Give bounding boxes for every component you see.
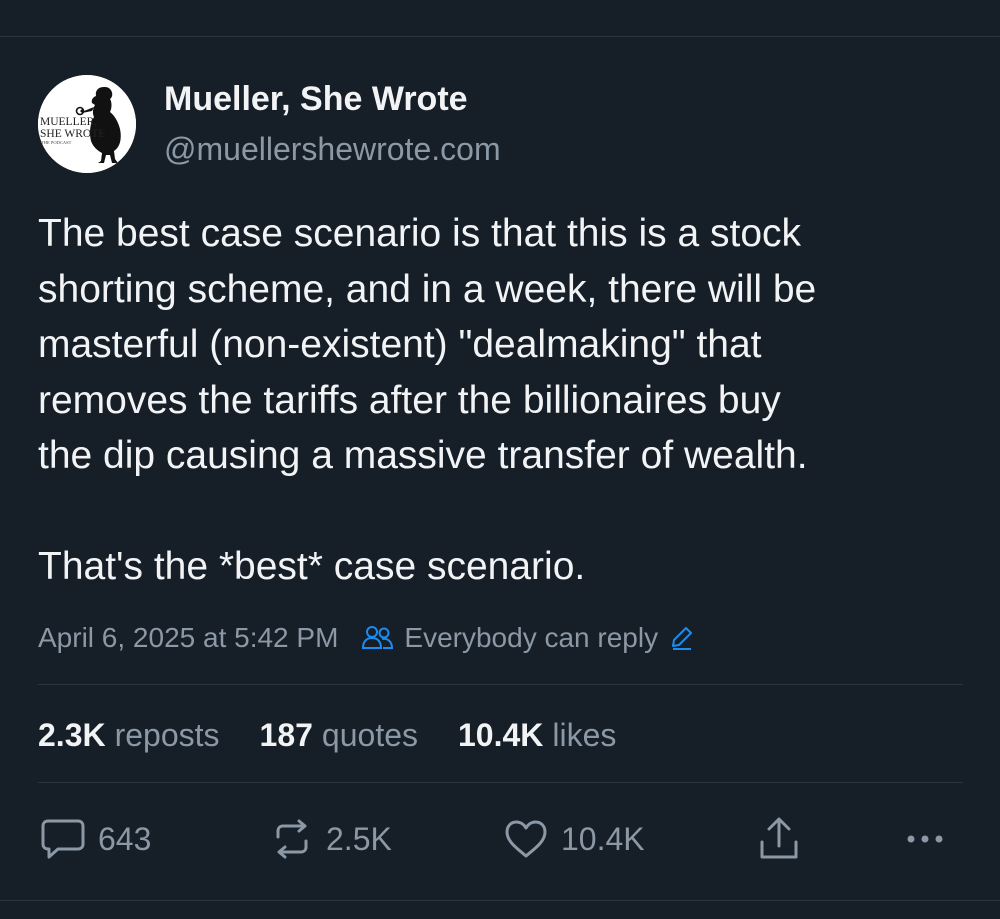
author-handle[interactable]: @muellershewrote.com xyxy=(164,131,501,168)
post-text-second-paragraph: That's the *best* case scenario. xyxy=(38,545,586,588)
reply-audience[interactable]: Everybody can reply xyxy=(360,622,696,654)
repost-button[interactable]: 2.5K xyxy=(270,815,392,863)
post-text: The best case scenario is that this is a… xyxy=(38,212,817,478)
reply-audience-label: Everybody can reply xyxy=(404,622,659,653)
quotes-stat[interactable]: 187 quotes xyxy=(260,717,418,754)
reply-button[interactable]: 643 xyxy=(40,815,151,863)
likes-stat[interactable]: 10.4K likes xyxy=(458,717,616,754)
post-meta: April 6, 2025 at 5:42 PM Everybody can r… xyxy=(38,618,696,658)
like-icon xyxy=(503,817,549,861)
reply-count: 643 xyxy=(98,820,152,857)
edit-pencil-icon[interactable] xyxy=(668,624,696,652)
meta-divider xyxy=(38,684,963,685)
people-icon xyxy=(360,624,396,652)
reposts-count: 2.3K xyxy=(38,716,106,753)
post-thread-view: MUELLER, SHE WROTE THE PODCAST Mueller, … xyxy=(0,0,1000,919)
more-icon xyxy=(905,829,949,849)
share-icon xyxy=(757,816,801,862)
author-name[interactable]: Mueller, She Wrote xyxy=(164,80,468,119)
repost-icon xyxy=(270,817,314,861)
avatar-title-line-1: MUELLER, xyxy=(40,116,97,128)
reposts-stat[interactable]: 2.3K reposts xyxy=(38,717,220,754)
likes-count: 10.4K xyxy=(458,716,544,753)
likes-label: likes xyxy=(552,716,617,753)
more-options-button[interactable] xyxy=(905,815,949,863)
post-timestamp[interactable]: April 6, 2025 at 5:42 PM xyxy=(38,622,338,654)
stats-divider xyxy=(38,782,963,783)
repost-count: 2.5K xyxy=(326,820,392,857)
bottom-divider xyxy=(0,900,1000,901)
like-button[interactable]: 10.4K xyxy=(503,815,645,863)
avatar-logo-image: MUELLER, SHE WROTE THE PODCAST xyxy=(38,75,136,173)
avatar-title-line-2: SHE WROTE xyxy=(40,128,105,140)
avatar-subtitle: THE PODCAST xyxy=(41,140,72,145)
top-divider xyxy=(0,36,1000,37)
reply-icon xyxy=(40,817,86,861)
avatar[interactable]: MUELLER, SHE WROTE THE PODCAST xyxy=(38,75,136,173)
like-count: 10.4K xyxy=(561,820,645,857)
post-stats: 2.3K reposts 187 quotes 10.4K likes xyxy=(38,713,656,757)
share-button[interactable] xyxy=(757,815,801,863)
quotes-count: 187 xyxy=(259,716,313,753)
reposts-label: reposts xyxy=(114,716,220,753)
quotes-label: quotes xyxy=(321,716,418,753)
